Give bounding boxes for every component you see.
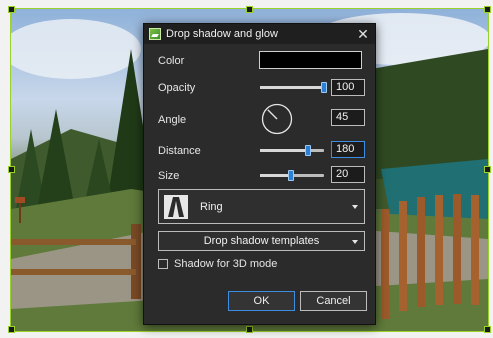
resize-handle-bottom[interactable]	[246, 326, 253, 333]
distance-input[interactable]: 180	[331, 141, 365, 158]
chevron-down-icon	[352, 240, 358, 244]
distance-slider-thumb[interactable]	[305, 145, 311, 156]
chevron-down-icon	[352, 205, 358, 209]
distance-label: Distance	[158, 145, 201, 157]
ok-button[interactable]: OK	[228, 291, 295, 311]
opacity-slider-thumb[interactable]	[321, 82, 327, 93]
shadow-shape-dropdown[interactable]: Ring	[158, 189, 365, 224]
resize-handle-bottom-left[interactable]	[8, 326, 15, 333]
close-icon[interactable]: ✕	[353, 24, 373, 44]
drop-shadow-templates-dropdown[interactable]: Drop shadow templates	[158, 231, 365, 251]
templates-label: Drop shadow templates	[203, 235, 320, 247]
opacity-input[interactable]: 100	[331, 79, 365, 96]
size-label: Size	[158, 170, 180, 182]
cancel-button[interactable]: Cancel	[300, 291, 367, 311]
angle-label: Angle	[158, 114, 187, 126]
dialog-titlebar[interactable]: Drop shadow and glow ✕	[144, 24, 375, 44]
size-slider-fill	[260, 174, 291, 177]
opacity-slider-fill	[260, 86, 324, 89]
resize-handle-top[interactable]	[246, 6, 253, 13]
size-input[interactable]: 20	[331, 166, 365, 183]
opacity-slider[interactable]	[260, 82, 327, 93]
resize-handle-left[interactable]	[8, 166, 15, 173]
resize-handle-bottom-right[interactable]	[484, 326, 491, 333]
resize-handle-top-left[interactable]	[8, 6, 15, 13]
shadow-3d-checkbox[interactable]	[158, 259, 168, 269]
distance-slider[interactable]	[260, 145, 324, 156]
color-label: Color	[158, 55, 185, 67]
distance-slider-fill	[260, 149, 308, 152]
shadow-shape-value: Ring	[200, 200, 223, 213]
angle-input[interactable]: 45	[331, 109, 365, 126]
resize-handle-top-right[interactable]	[484, 6, 491, 13]
size-slider[interactable]	[260, 170, 324, 181]
angle-dial-icon[interactable]	[261, 103, 293, 135]
size-slider-thumb[interactable]	[287, 170, 294, 181]
color-picker-swatch[interactable]	[259, 51, 362, 69]
shadow-3d-label: Shadow for 3D mode	[174, 258, 278, 270]
drop-shadow-dialog: Drop shadow and glow ✕ Color Opacity 100…	[143, 23, 376, 325]
opacity-label: Opacity	[158, 82, 196, 94]
app-logo-icon	[149, 28, 161, 40]
resize-handle-right[interactable]	[484, 166, 491, 173]
ring-shape-icon	[164, 194, 188, 219]
dialog-title: Drop shadow and glow	[166, 28, 278, 40]
